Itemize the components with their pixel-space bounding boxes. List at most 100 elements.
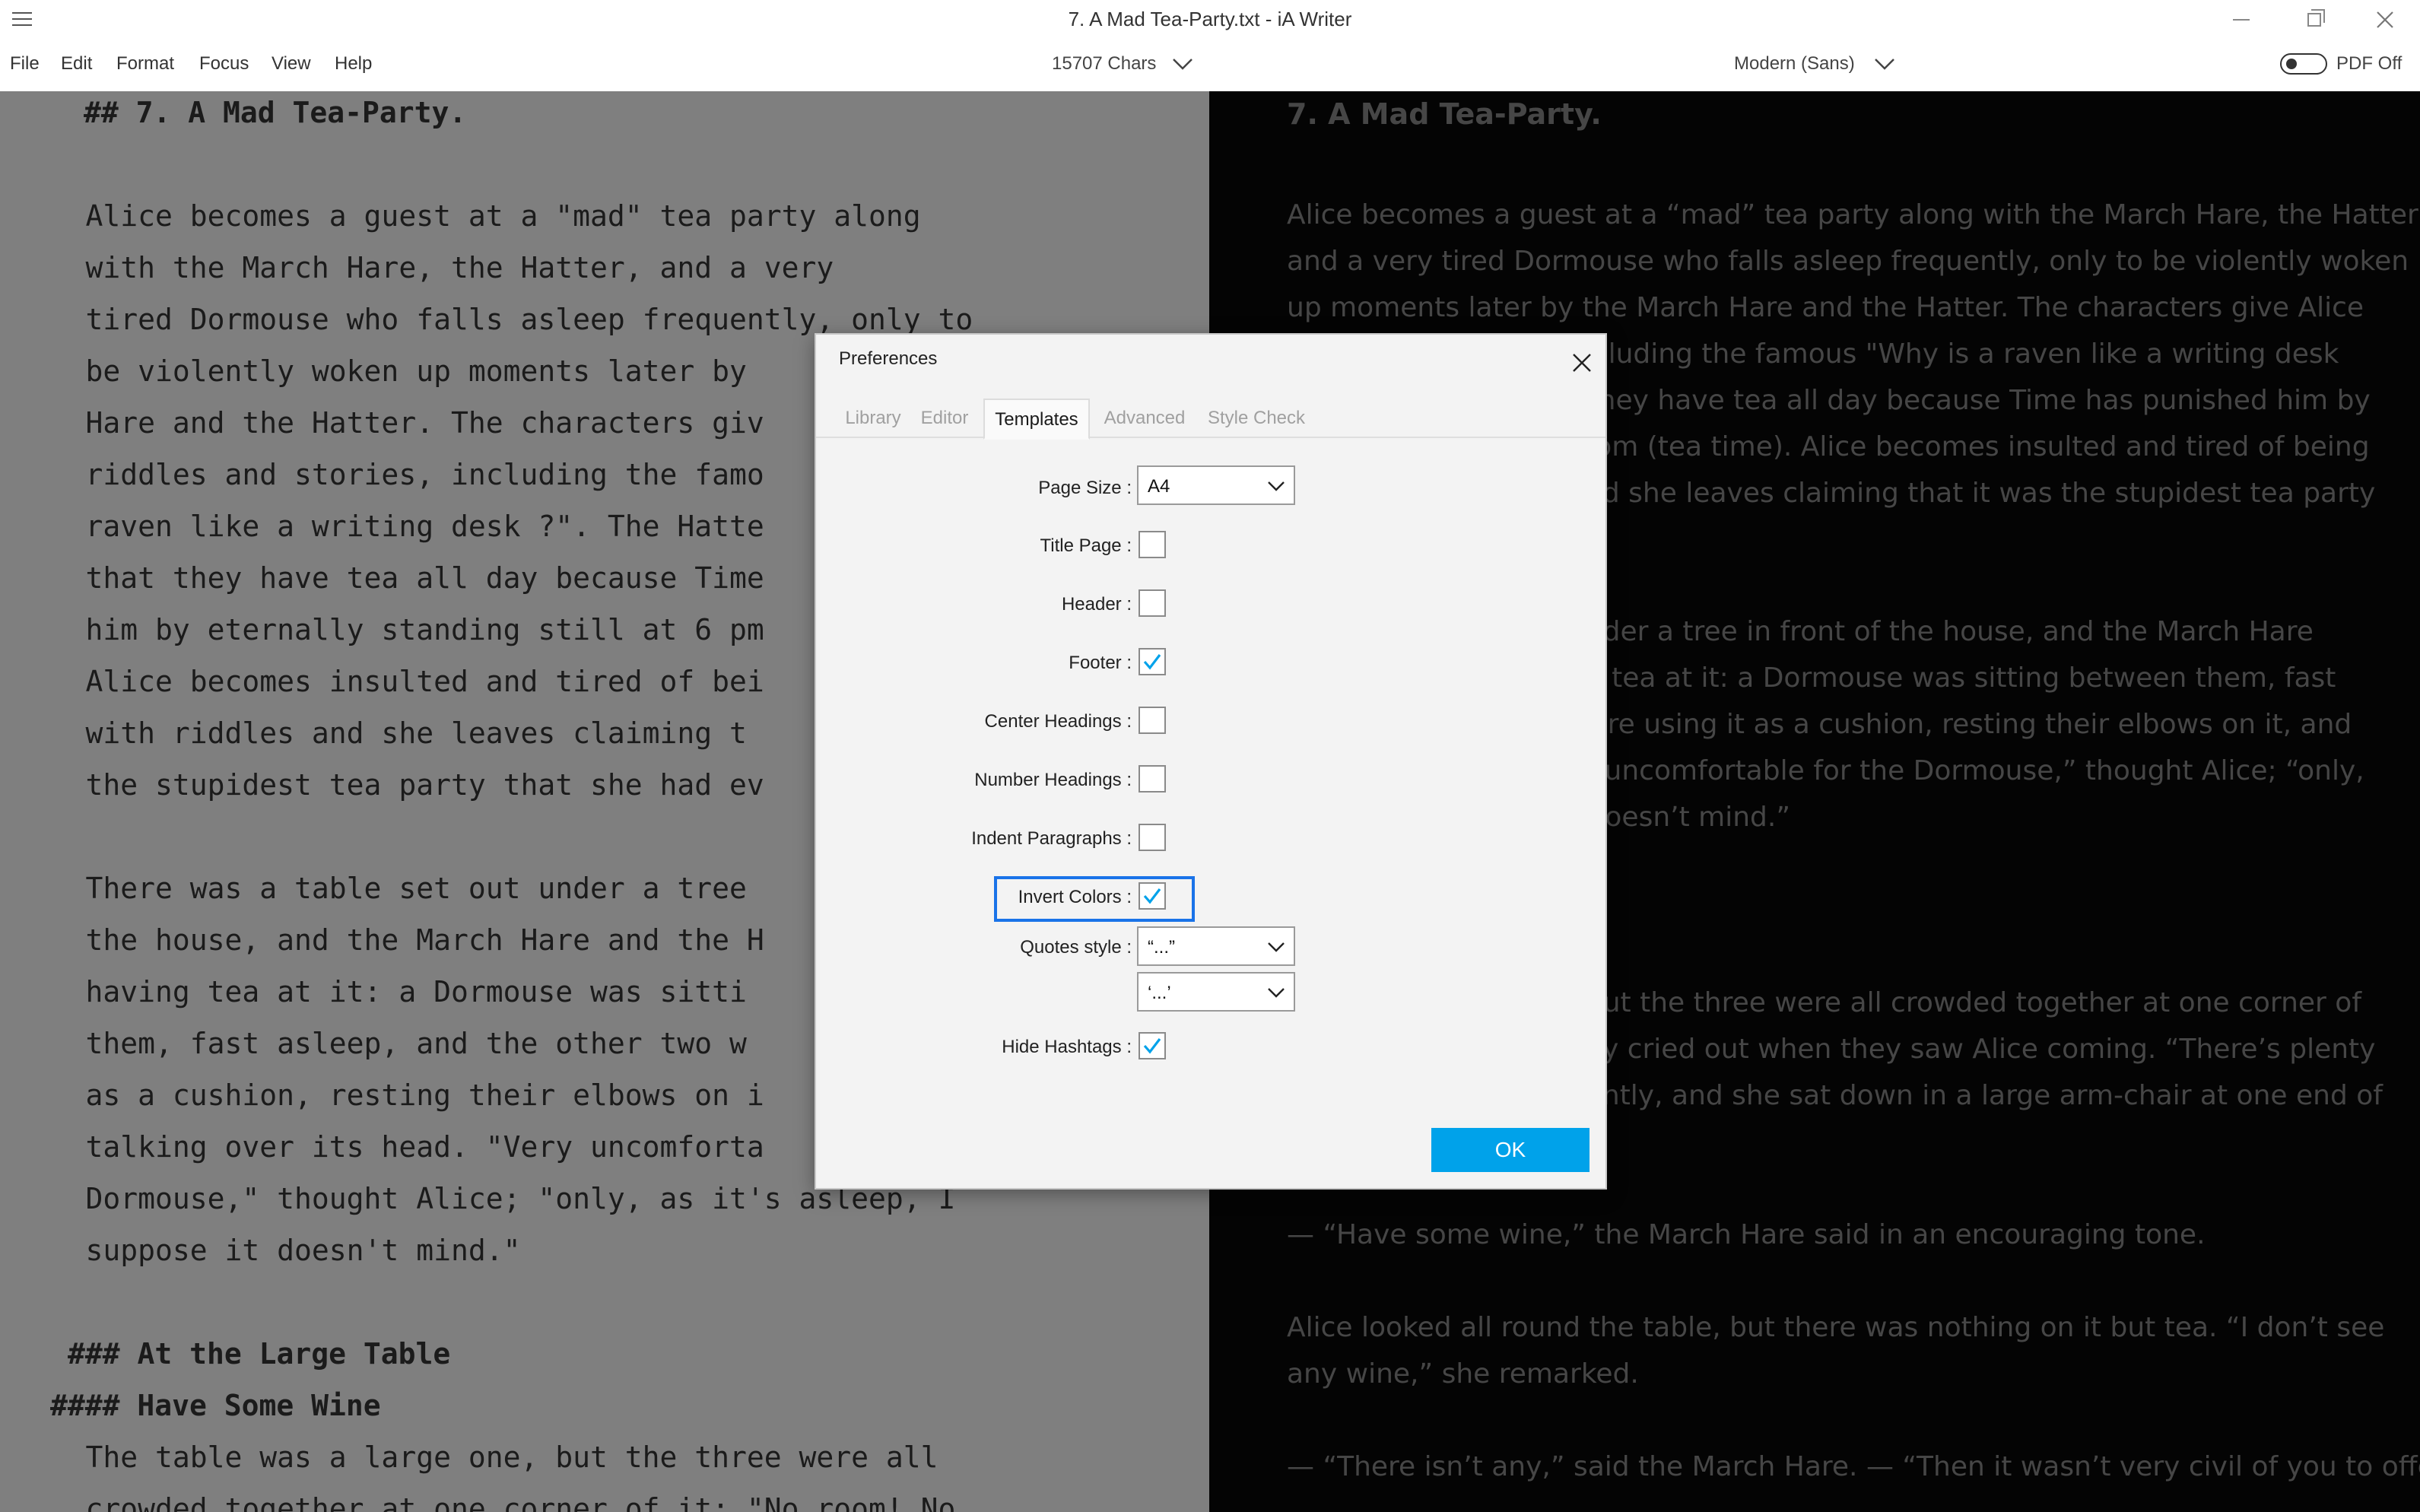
- preview-line: , but the three were all crowded togethe…: [1568, 987, 2361, 1018]
- menu-focus[interactable]: Focus: [199, 53, 249, 75]
- dialog-title: Preferences: [839, 348, 938, 369]
- hide-hashtags-checkbox[interactable]: [1139, 1032, 1166, 1059]
- editor-line: crowded together at one corner of it: "N…: [16, 1492, 956, 1512]
- hide-hashtags-label: Hide Hashtags :: [1002, 1037, 1132, 1057]
- editor-line: raven like a writing desk ?". The Hatte: [16, 510, 764, 543]
- editor-line: with riddles and she leaves claiming t: [16, 716, 747, 750]
- menu-edit[interactable]: Edit: [61, 53, 92, 75]
- chevron-down-icon: [1268, 942, 1285, 952]
- header-label: Header :: [1061, 594, 1132, 615]
- restore-icon: [2307, 13, 2321, 27]
- editor-line: talking over its head. "Very uncomforta: [16, 1130, 764, 1164]
- number-headings-label: Number Headings :: [974, 770, 1132, 790]
- preview-heading: 7. A Mad Tea-Party.: [1287, 97, 1602, 131]
- preview-line: 6 pm (tea time). Alice becomes insulted …: [1568, 431, 2370, 462]
- checkmark-icon: [1143, 654, 1161, 670]
- tab-editor[interactable]: Editor: [916, 399, 973, 438]
- preview-line: and she leaves claiming that it was the …: [1568, 478, 2376, 509]
- window-close-button[interactable]: [2350, 0, 2420, 40]
- double-quotes-select[interactable]: “...”: [1137, 926, 1295, 966]
- center-headings-checkbox[interactable]: [1139, 707, 1166, 734]
- indent-paragraphs-label: Indent Paragraphs :: [971, 828, 1132, 849]
- tab-library[interactable]: Library: [842, 399, 904, 438]
- close-icon: [2377, 11, 2393, 28]
- editor-line: him by eternally standing still at 6 pm: [16, 613, 764, 646]
- editor-line: ### At the Large Table: [68, 1337, 451, 1371]
- preview-line: up moments later by the March Hare and t…: [1287, 292, 2364, 323]
- preferences-tabs: Library Editor Templates Advanced Style …: [816, 399, 1605, 440]
- header-checkbox[interactable]: [1139, 589, 1166, 617]
- page-size-select[interactable]: A4: [1137, 465, 1295, 505]
- editor-line: the stupidest tea party that she had ev: [16, 768, 764, 802]
- preview-line: under a tree in front of the house, and …: [1568, 616, 2314, 647]
- restore-button[interactable]: [2279, 0, 2349, 40]
- menu-view[interactable]: View: [272, 53, 311, 75]
- editor-line: #### Have Some Wine: [50, 1389, 381, 1422]
- minimize-icon: [2233, 19, 2250, 21]
- footer-checkbox[interactable]: [1139, 648, 1166, 675]
- tab-style-check[interactable]: Style Check: [1207, 399, 1306, 438]
- preview-line: ng tea at it: a Dormouse was sitting bet…: [1568, 662, 2336, 694]
- double-quotes-value: “...”: [1148, 937, 1175, 958]
- menu-file[interactable]: File: [10, 53, 40, 75]
- page-size-label: Page Size :: [1038, 478, 1132, 498]
- preview-line: — “There isn’t any,” said the March Hare…: [1287, 1451, 2420, 1482]
- menu-help[interactable]: Help: [335, 53, 372, 75]
- editor-line: be violently woken up moments later by: [16, 354, 747, 388]
- invert-colors-label: Invert Colors :: [1018, 887, 1132, 907]
- editor-line: There was a table set out under a tree: [16, 872, 747, 905]
- single-quotes-value: ‘...’: [1148, 983, 1171, 1003]
- preview-line: and a very tired Dormouse who falls asle…: [1287, 246, 2409, 277]
- editor-line: tired Dormouse who falls asleep frequent…: [16, 303, 973, 336]
- character-count[interactable]: 15707 Chars: [1052, 53, 1156, 75]
- editor-line: Alice becomes a guest at a "mad" tea par…: [16, 199, 921, 233]
- preview-line: Alice becomes a guest at a “mad” tea par…: [1287, 199, 2420, 230]
- title-bar: 7. A Mad Tea-Party.txt - iA Writer: [0, 0, 2420, 40]
- preview-line: ry uncomfortable for the Dormouse,” thou…: [1568, 755, 2364, 786]
- indent-paragraphs-checkbox[interactable]: [1139, 824, 1166, 851]
- single-quotes-select[interactable]: ‘...’: [1137, 972, 1295, 1012]
- font-selector[interactable]: Modern (Sans): [1734, 53, 1855, 75]
- footer-label: Footer :: [1069, 653, 1132, 673]
- editor-line: with the March Hare, the Hatter, and a v…: [16, 251, 834, 284]
- center-headings-label: Center Headings :: [984, 711, 1132, 732]
- menu-format[interactable]: Format: [116, 53, 174, 75]
- checkmark-icon: [1143, 888, 1161, 904]
- editor-line: them, fast asleep, and the other two w: [16, 1027, 747, 1060]
- editor-line: that they have tea all day because Time: [16, 561, 764, 595]
- editor-line: having tea at it: a Dormouse was sitti: [16, 975, 747, 1009]
- editor-line: The table was a large one, but the three…: [16, 1441, 938, 1474]
- editor-line: ## 7. A Mad Tea-Party.: [84, 96, 467, 129]
- menu-bar: File Edit Format Focus View Help 15707 C…: [0, 40, 2420, 91]
- number-headings-checkbox[interactable]: [1139, 765, 1166, 793]
- tab-advanced[interactable]: Advanced: [1102, 399, 1187, 438]
- close-icon: [1573, 354, 1591, 372]
- title-page-label: Title Page :: [1040, 535, 1132, 556]
- invert-colors-checkbox[interactable]: [1139, 882, 1166, 910]
- chevron-down-icon[interactable]: [1171, 56, 1194, 71]
- window-title: 7. A Mad Tea-Party.txt - iA Writer: [1068, 8, 1352, 30]
- dialog-close-button[interactable]: [1567, 348, 1596, 377]
- tab-templates[interactable]: Templates: [983, 399, 1090, 440]
- toggle-knob: [2286, 59, 2297, 69]
- preview-line: t they have tea all day because Time has…: [1568, 385, 2371, 416]
- chevron-down-icon: [1268, 481, 1285, 491]
- minimize-button[interactable]: [2206, 0, 2275, 40]
- chevron-down-icon[interactable]: [1873, 56, 1896, 71]
- pdf-toggle-label: PDF Off: [2336, 53, 2403, 74]
- editor-line: as a cushion, resting their elbows on i: [16, 1078, 764, 1112]
- ok-button[interactable]: OK: [1431, 1128, 1590, 1172]
- preview-line: hey cried out when they saw Alice coming…: [1568, 1034, 2376, 1065]
- checkmark-icon: [1143, 1038, 1161, 1054]
- preview-line: including the famous "Why is a raven lik…: [1568, 338, 2339, 370]
- quotes-style-label: Quotes style :: [1020, 937, 1132, 958]
- title-page-checkbox[interactable]: [1139, 531, 1166, 558]
- chevron-down-icon: [1268, 988, 1285, 998]
- preview-line: nantly, and she sat down in a large arm-…: [1568, 1080, 2383, 1111]
- preview-line: Alice looked all round the table, but th…: [1287, 1312, 2385, 1343]
- editor-line: Hare and the Hatter. The characters giv: [16, 406, 764, 440]
- preview-line: any wine,” she remarked.: [1287, 1358, 1639, 1390]
- editor-line: Alice becomes insulted and tired of bei: [16, 665, 764, 698]
- preview-line: — “Have some wine,” the March Hare said …: [1287, 1219, 2206, 1250]
- pdf-toggle[interactable]: [2280, 53, 2327, 75]
